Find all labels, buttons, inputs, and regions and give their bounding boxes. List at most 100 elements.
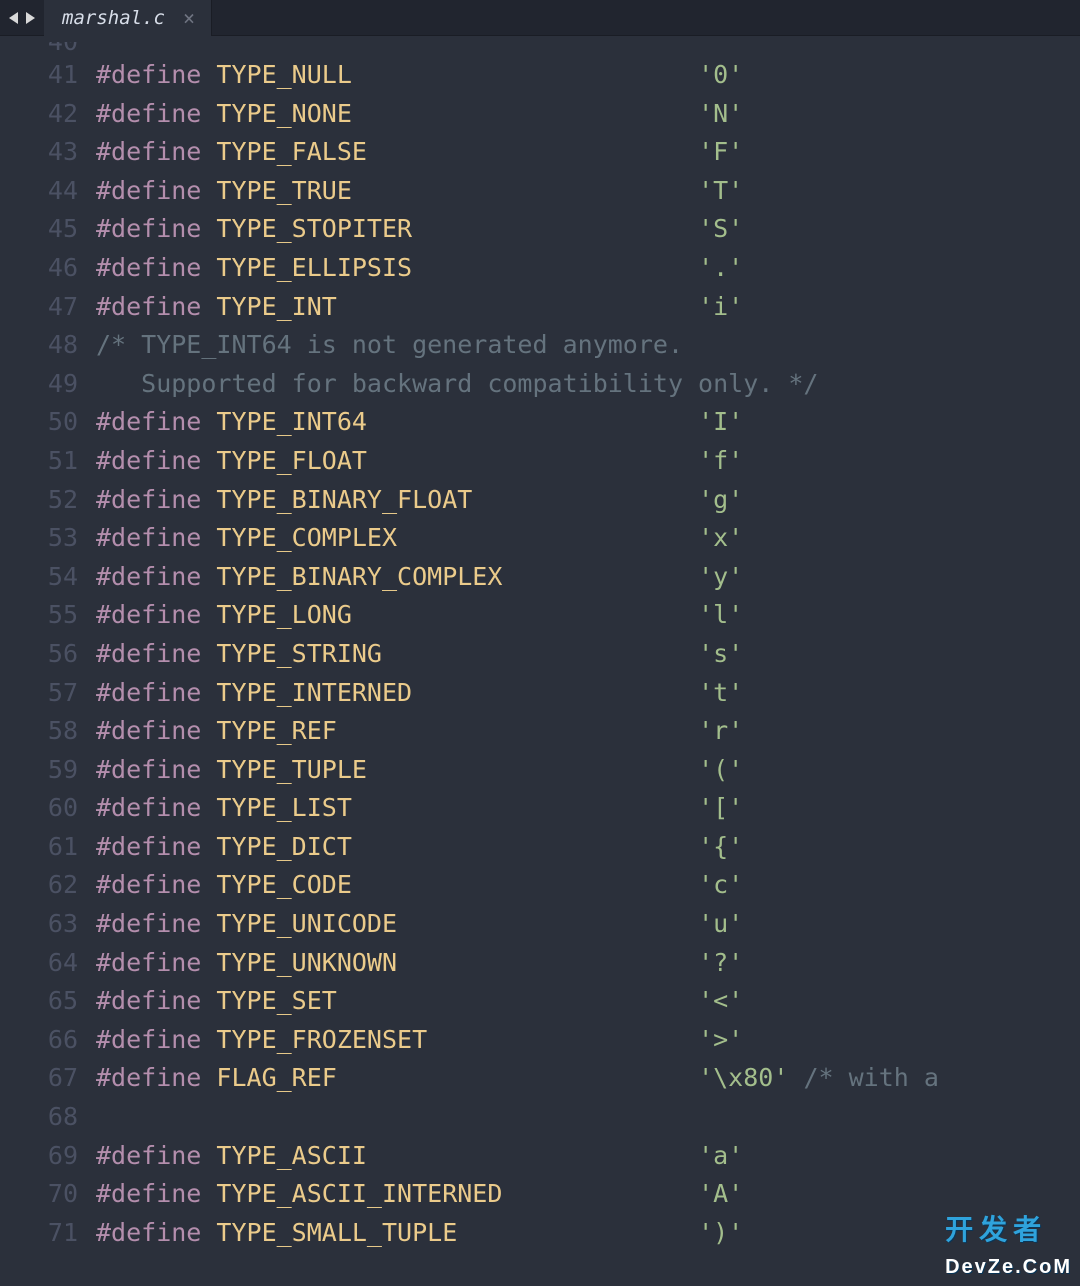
nav-forward-icon[interactable] (24, 11, 36, 25)
keyword-define: #define (96, 172, 201, 211)
keyword-define: #define (96, 751, 201, 790)
keyword-define: #define (96, 210, 201, 249)
line-number: 46 (0, 249, 96, 288)
code-line: #define TYPE_ELLIPSIS '.' (96, 249, 1080, 288)
macro-value: 'A' (698, 1175, 743, 1214)
macro-value: '?' (698, 944, 743, 983)
code-area[interactable]: #define TYPE_NULL '0'#define TYPE_NONE '… (96, 36, 1080, 1286)
macro-name: TYPE_INT64 (216, 403, 367, 442)
code-line: #define TYPE_LONG 'l' (96, 596, 1080, 635)
code-line: #define TYPE_BINARY_COMPLEX 'y' (96, 558, 1080, 597)
line-number: 53 (0, 519, 96, 558)
keyword-define: #define (96, 95, 201, 134)
macro-name: TYPE_DICT (216, 828, 351, 867)
line-number: 64 (0, 944, 96, 983)
macro-value: 's' (698, 635, 743, 674)
macro-value: 'l' (698, 596, 743, 635)
keyword-define: #define (96, 866, 201, 905)
comment: Supported for backward compatibility onl… (96, 365, 818, 404)
tab-close-icon[interactable]: × (181, 6, 197, 30)
code-line: #define TYPE_UNICODE 'u' (96, 905, 1080, 944)
code-line: #define TYPE_SET '<' (96, 982, 1080, 1021)
keyword-define: #define (96, 944, 201, 983)
macro-value: 'x' (698, 519, 743, 558)
code-line: #define TYPE_CODE 'c' (96, 866, 1080, 905)
macro-value: '<' (698, 982, 743, 1021)
macro-name: TYPE_STRING (216, 635, 382, 674)
macro-name: TYPE_BINARY_COMPLEX (216, 558, 502, 597)
line-number: 60 (0, 789, 96, 828)
code-line: #define TYPE_STOPITER 'S' (96, 210, 1080, 249)
nav-arrows (0, 11, 44, 25)
line-number: 40 (0, 42, 96, 56)
macro-value: '>' (698, 1021, 743, 1060)
editor[interactable]: 4041424344454647484950515253545556575859… (0, 36, 1080, 1286)
macro-name: TYPE_ASCII (216, 1137, 367, 1176)
macro-name: TYPE_CODE (216, 866, 351, 905)
keyword-define: #define (96, 481, 201, 520)
macro-name: TYPE_NONE (216, 95, 351, 134)
line-number: 70 (0, 1175, 96, 1214)
keyword-define: #define (96, 133, 201, 172)
tab-bar: marshal.c × (0, 0, 1080, 36)
nav-back-icon[interactable] (8, 11, 20, 25)
macro-value: '\x80' (698, 1059, 788, 1098)
code-line: #define TYPE_DICT '{' (96, 828, 1080, 867)
code-line: #define TYPE_INT64 'I' (96, 403, 1080, 442)
macro-value: 'f' (698, 442, 743, 481)
keyword-define: #define (96, 1175, 201, 1214)
comment: /* TYPE_INT64 is not generated anymore. (96, 326, 683, 365)
line-number: 67 (0, 1059, 96, 1098)
code-line: #define FLAG_REF '\x80' /* with a (96, 1059, 1080, 1098)
macro-name: TYPE_LONG (216, 596, 351, 635)
keyword-define: #define (96, 982, 201, 1021)
macro-value: '[' (698, 789, 743, 828)
macro-name: TYPE_UNKNOWN (216, 944, 397, 983)
keyword-define: #define (96, 1059, 201, 1098)
line-number: 65 (0, 982, 96, 1021)
code-line: #define TYPE_BINARY_FLOAT 'g' (96, 481, 1080, 520)
keyword-define: #define (96, 596, 201, 635)
code-line: Supported for backward compatibility onl… (96, 365, 1080, 404)
keyword-define: #define (96, 1214, 201, 1253)
macro-name: TYPE_REF (216, 712, 336, 751)
line-number: 52 (0, 481, 96, 520)
keyword-define: #define (96, 1137, 201, 1176)
code-line: #define TYPE_INTERNED 't' (96, 674, 1080, 713)
code-line: #define TYPE_FROZENSET '>' (96, 1021, 1080, 1060)
keyword-define: #define (96, 1021, 201, 1060)
macro-value: 'T' (698, 172, 743, 211)
keyword-define: #define (96, 288, 201, 327)
macro-name: TYPE_ELLIPSIS (216, 249, 412, 288)
macro-name: TYPE_STOPITER (216, 210, 412, 249)
line-number: 62 (0, 866, 96, 905)
tab-active[interactable]: marshal.c × (44, 0, 212, 36)
code-line: #define TYPE_NONE 'N' (96, 95, 1080, 134)
code-line: #define TYPE_NULL '0' (96, 56, 1080, 95)
code-line: #define TYPE_ASCII 'a' (96, 1137, 1080, 1176)
macro-value: 'r' (698, 712, 743, 751)
macro-value: 'u' (698, 905, 743, 944)
line-number: 69 (0, 1137, 96, 1176)
keyword-define: #define (96, 828, 201, 867)
macro-name: TYPE_LIST (216, 789, 351, 828)
line-number: 56 (0, 635, 96, 674)
line-number: 47 (0, 288, 96, 327)
macro-name: TYPE_FALSE (216, 133, 367, 172)
line-number: 68 (0, 1098, 96, 1137)
macro-value: 'S' (698, 210, 743, 249)
line-number: 44 (0, 172, 96, 211)
macro-name: TYPE_INT (216, 288, 336, 327)
code-line: #define TYPE_ASCII_INTERNED 'A' (96, 1175, 1080, 1214)
macro-value: 'y' (698, 558, 743, 597)
macro-name: TYPE_INTERNED (216, 674, 412, 713)
code-line: #define TYPE_LIST '[' (96, 789, 1080, 828)
code-line: #define TYPE_FLOAT 'f' (96, 442, 1080, 481)
code-line: #define TYPE_STRING 's' (96, 635, 1080, 674)
line-number: 55 (0, 596, 96, 635)
keyword-define: #define (96, 403, 201, 442)
line-number: 71 (0, 1214, 96, 1253)
code-line: /* TYPE_INT64 is not generated anymore. (96, 326, 1080, 365)
keyword-define: #define (96, 674, 201, 713)
macro-name: TYPE_ASCII_INTERNED (216, 1175, 502, 1214)
